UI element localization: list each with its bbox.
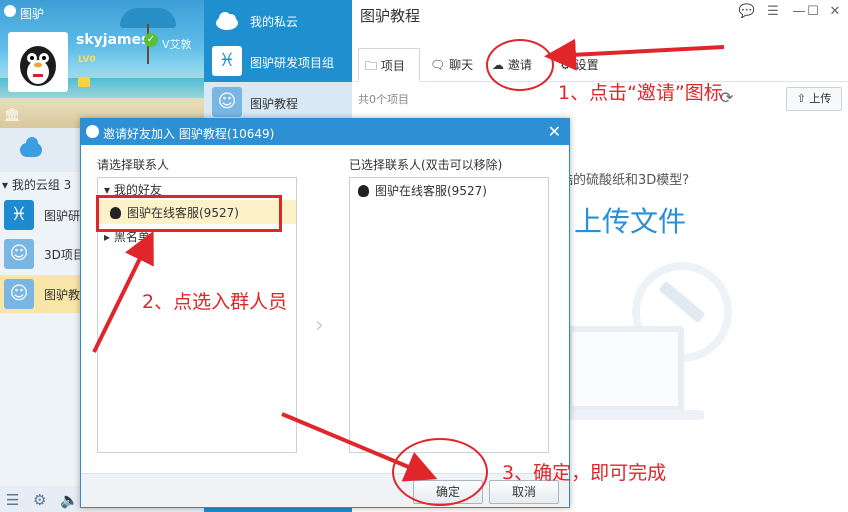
group-header[interactable]: ▾ 我的云组 3 [2, 176, 71, 193]
ghost-avatar-icon: ☺ [212, 87, 242, 117]
mid-item-private-cloud[interactable]: 我的私云 [204, 0, 352, 40]
gear-icon[interactable]: ⚙ [33, 491, 46, 509]
menu-icon[interactable]: ☰ [764, 3, 782, 21]
tab-chat[interactable]: 🗨 聊天 [430, 48, 486, 82]
annotation-ellipse-invite [486, 39, 554, 91]
profile-header: 图驴 skyjames ✓ V艾敦 LV0 🏛 [0, 0, 204, 128]
pisces-icon: ♓ [4, 200, 34, 230]
dialog-footer: 确定 取消 [81, 473, 569, 507]
empty-hint: 酷的硫酸纸和3D模型? [560, 173, 690, 188]
contacts-label: 请选择联系人 [97, 158, 170, 172]
close-icon[interactable]: ✕ [826, 3, 844, 21]
items-count: 共0个项目 [358, 93, 409, 106]
chat-icon: 🗨 [430, 58, 446, 72]
mid-item-tutorial[interactable]: ☺ 图驴教程 [204, 82, 352, 122]
annotation-step2: 2、点选入群人员 [142, 291, 288, 313]
selected-list: 图驴在线客服(9527) [349, 177, 549, 453]
mid-item-label: 图驴教程 [250, 97, 299, 111]
annotation-step3: 3、确定，即可完成 [502, 462, 667, 484]
gear-icon: ⚙ [560, 58, 571, 72]
dialog-title: 邀请好友加入 图驴教程(10649) [103, 127, 275, 141]
selected-contact-item[interactable]: 图驴在线客服(9527) [358, 182, 487, 199]
left-group-label: 图驴教 [44, 288, 81, 302]
left-group-label: 3D项目 [44, 248, 85, 262]
chevron-right-icon: › [315, 313, 324, 338]
tab-settings[interactable]: ⚙ 设置 [560, 48, 616, 82]
app-title: 图驴 [20, 7, 45, 21]
laptop-base-illustration [552, 410, 704, 420]
folder-icon: 🗀 [365, 59, 378, 73]
pisces-icon: ♓ [212, 46, 242, 76]
upload-icon: ⇧ [796, 92, 806, 105]
tab-label: 设置 [574, 58, 599, 72]
tab-projects[interactable]: 🗀 项目 [358, 48, 420, 82]
bank-icon[interactable]: 🏛 [4, 108, 21, 123]
app-logo-icon [4, 5, 16, 17]
mid-item-dev-group[interactable]: ♓ 图驴研发项目组 [204, 41, 352, 81]
upload-label: 上传 [809, 92, 832, 105]
tab-bar: 🗀 项目 🗨 聊天 ☁ 邀请 ⚙ 设置 [352, 48, 848, 82]
level-badge: LV0 [78, 55, 96, 65]
annotation-step1: 1、点击“邀请”图标 [558, 82, 723, 104]
upload-button[interactable]: ⇧ 上传 [786, 87, 842, 111]
close-icon[interactable]: ✕ [548, 122, 561, 141]
penguin-icon [358, 185, 369, 197]
page-title: 图驴教程 [360, 7, 421, 25]
penguin-avatar-icon [20, 46, 56, 86]
mid-item-label: 我的私云 [250, 15, 299, 29]
mid-item-label: 图驴研发项目组 [250, 56, 335, 70]
annotation-box-contact [96, 195, 282, 232]
maximize-icon[interactable]: ☐ [804, 3, 822, 21]
diamond-icon [78, 77, 90, 87]
app-logo-icon [86, 125, 99, 138]
tab-label: 聊天 [449, 58, 474, 72]
annotation-ellipse-ok [392, 438, 488, 506]
laptop-illustration [566, 326, 684, 412]
speaker-icon[interactable]: 🔈 [60, 491, 79, 509]
verified-icon: ✓ [144, 33, 158, 47]
left-group-label: 图驴研 [44, 209, 81, 223]
selected-label: 已选择联系人(双击可以移除) [349, 158, 503, 172]
dialog-titlebar[interactable]: 邀请好友加入 图驴教程(10649) ✕ [81, 119, 569, 145]
cloud-icon[interactable] [20, 137, 42, 157]
chevron-right-icon: ▸ [104, 230, 111, 244]
tree-group-label: 黑名单 [113, 230, 150, 244]
cloud-icon [212, 5, 242, 35]
tab-label: 项目 [380, 59, 405, 73]
chat-bubble-icon[interactable]: 💬 [738, 3, 756, 21]
contact-label: 图驴在线客服(9527) [375, 184, 487, 198]
username[interactable]: skyjames [76, 32, 149, 48]
watermark: V艾敦 [162, 38, 192, 51]
ghost-avatar-icon: ☺ [4, 279, 34, 309]
menu-icon[interactable]: ☰ [6, 491, 19, 509]
empty-upload-link[interactable]: 上传文件 [574, 200, 686, 240]
avatar[interactable] [8, 32, 68, 92]
ghost-avatar-icon: ☺ [4, 239, 34, 269]
